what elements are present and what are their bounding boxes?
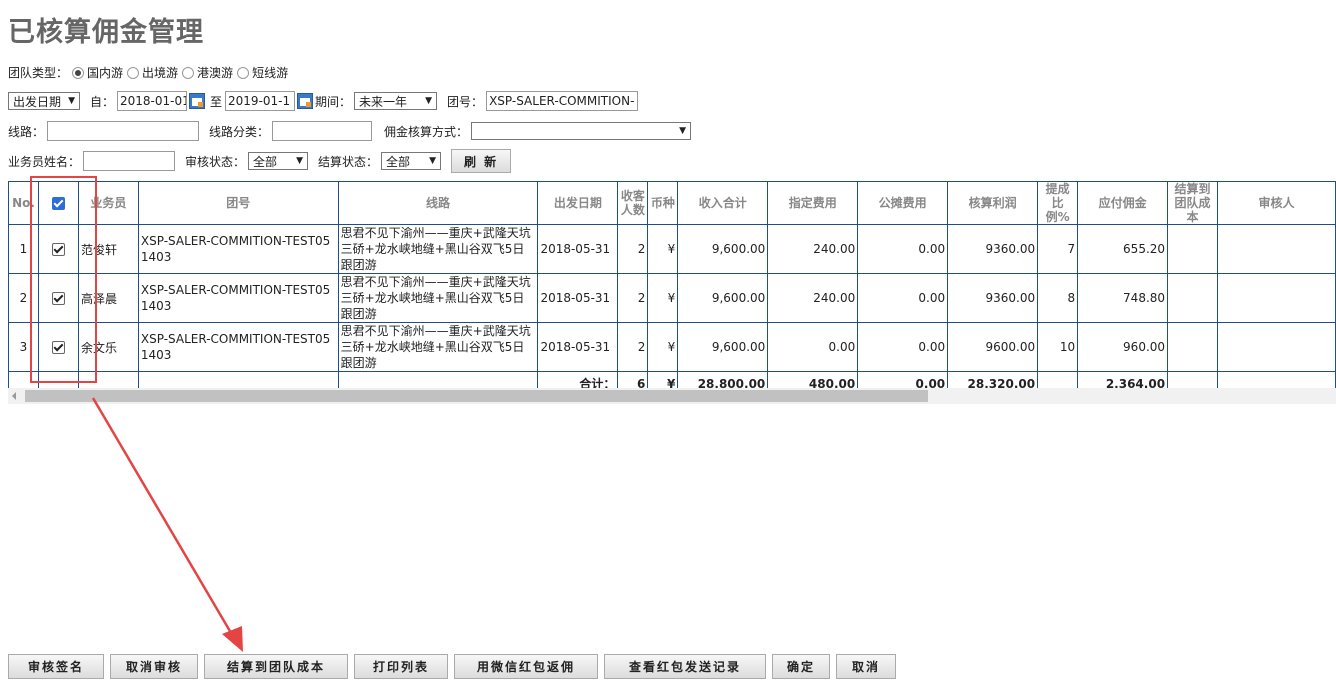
annotation-arrow-icon [91, 397, 243, 652]
settle-to-team-cost-button[interactable]: 结算到团队成本 [204, 654, 348, 679]
cancel-button[interactable]: 取消 [836, 654, 896, 679]
cancel-audit-button[interactable]: 取消审核 [110, 654, 198, 679]
wechat-redpack-button[interactable]: 用微信红包返佣 [454, 654, 598, 679]
print-list-button[interactable]: 打印列表 [354, 654, 448, 679]
action-bar: 审核签名 取消审核 结算到团队成本 打印列表 用微信红包返佣 查看红包发送记录 … [8, 654, 902, 679]
confirm-button[interactable]: 确定 [772, 654, 830, 679]
view-redpack-log-button[interactable]: 查看红包发送记录 [604, 654, 766, 679]
audit-sign-button[interactable]: 审核签名 [8, 654, 104, 679]
